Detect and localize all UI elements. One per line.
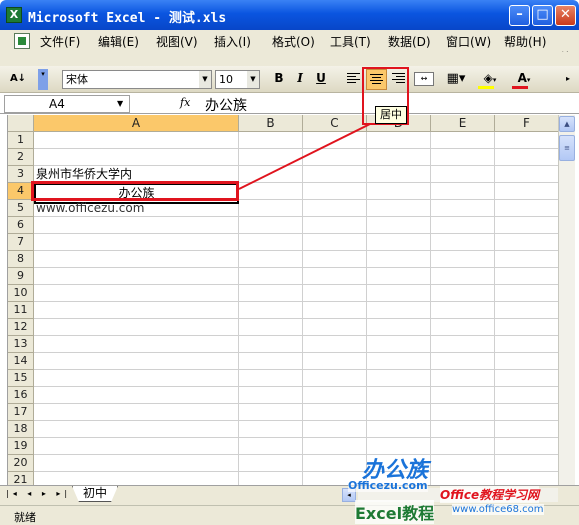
watermark-site: Office教程学习网 (440, 486, 540, 503)
annotation-connector-line (238, 123, 371, 190)
watermark-logo-sub: Officezu.com (348, 479, 428, 492)
watermark-url: www.office68.com (452, 504, 544, 515)
status-text: 就绪 (14, 511, 36, 524)
scroll-up-icon[interactable]: ▲ (559, 116, 575, 132)
watermark-excel-tutorial: Excel教程 (355, 500, 435, 524)
scroll-thumb[interactable]: ≡ (559, 135, 575, 161)
tooltip-center: 居中 (375, 106, 407, 124)
vertical-scrollbar[interactable]: ▲ ≡ (558, 115, 575, 485)
sheet-nav-arrows-icon[interactable]: |◂ ◂ ▸ ▸| (6, 489, 71, 498)
sheet-tab-active[interactable]: 初中 (72, 486, 118, 502)
annotation-overlay (238, 123, 371, 190)
